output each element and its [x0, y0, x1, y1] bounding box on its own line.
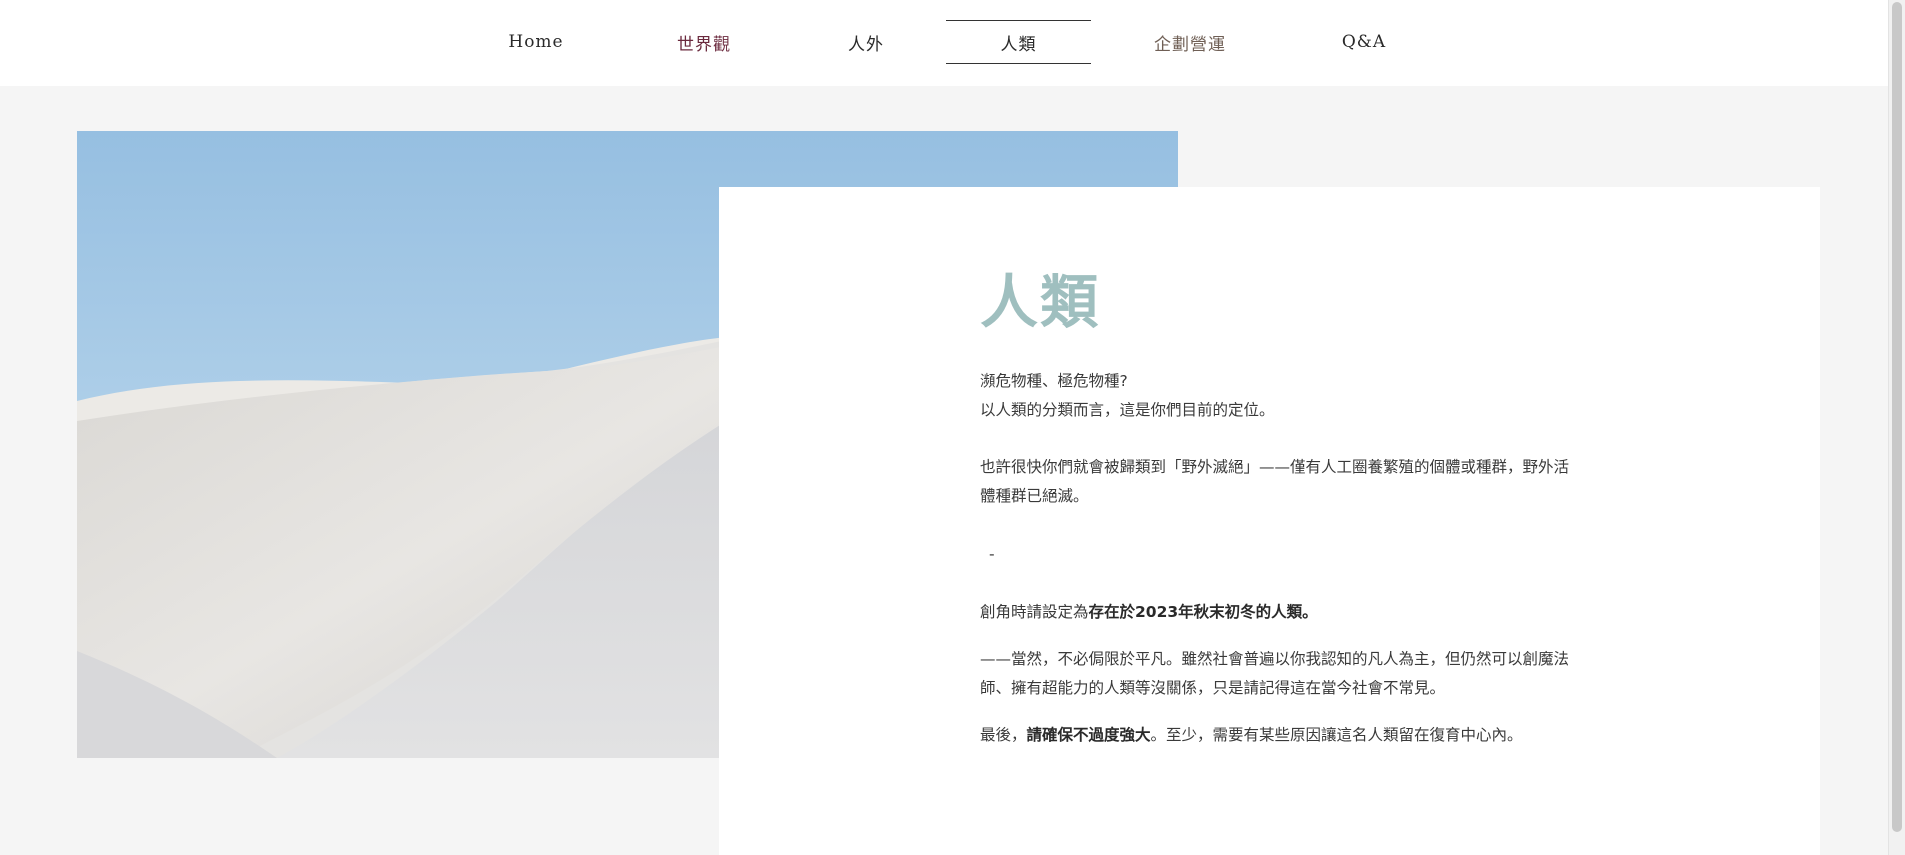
ordinary-note-paragraph: ——當然，不必侷限於平凡。雖然社會普遍以你我認知的凡人為主，但仍然可以創魔法師、…: [980, 650, 1570, 697]
creation-rule-prefix: 創角時請設定為: [980, 603, 1089, 621]
nav-nonhuman[interactable]: 人外: [820, 20, 912, 64]
intro-line-1: 瀕危物種、極危物種?: [980, 372, 1128, 390]
page-title: 人類: [980, 268, 1101, 336]
nav-human[interactable]: 人類: [946, 20, 1091, 64]
final-note-emphasis: 請確保不過度強大: [1026, 726, 1151, 744]
content-card: 人類 瀕危物種、極危物種? 以人類的分類而言，這是你們目前的定位。 也許很快你們…: [719, 187, 1820, 855]
content-body: 人類 瀕危物種、極危物種? 以人類的分類而言，這是你們目前的定位。 也許很快你們…: [980, 273, 1580, 750]
creation-rule: 創角時請設定為存在於2023年秋末初冬的人類。: [980, 598, 1580, 627]
section-separator: -: [989, 545, 995, 563]
extinction-paragraph: 也許很快你們就會被歸類到「野外滅絕」——僅有人工圈養繁殖的個體或種群，野外活體種…: [980, 458, 1570, 505]
nav-worldview[interactable]: 世界觀: [658, 20, 750, 64]
intro-line-2: 以人類的分類而言，這是你們目前的定位。: [980, 401, 1275, 419]
nav-qa[interactable]: Q&A: [1320, 20, 1408, 64]
creation-rule-emphasis: 存在於2023年秋末初冬的人類。: [1088, 603, 1318, 621]
page-scrollbar[interactable]: [1888, 0, 1905, 855]
top-navigation: Home 世界觀 人外 人類 企劃營運 Q&A: [0, 0, 1905, 86]
nav-home[interactable]: Home: [495, 20, 577, 64]
final-note-prefix: 最後，: [980, 726, 1027, 744]
final-note: 最後，請確保不過度強大。至少，需要有某些原因讓這名人類留在復育中心內。: [980, 721, 1580, 750]
scrollbar-thumb[interactable]: [1892, 2, 1902, 832]
nav-project-operations[interactable]: 企劃營運: [1140, 20, 1240, 64]
final-note-suffix: 。至少，需要有某些原因讓這名人類留在復育中心內。: [1150, 726, 1523, 744]
